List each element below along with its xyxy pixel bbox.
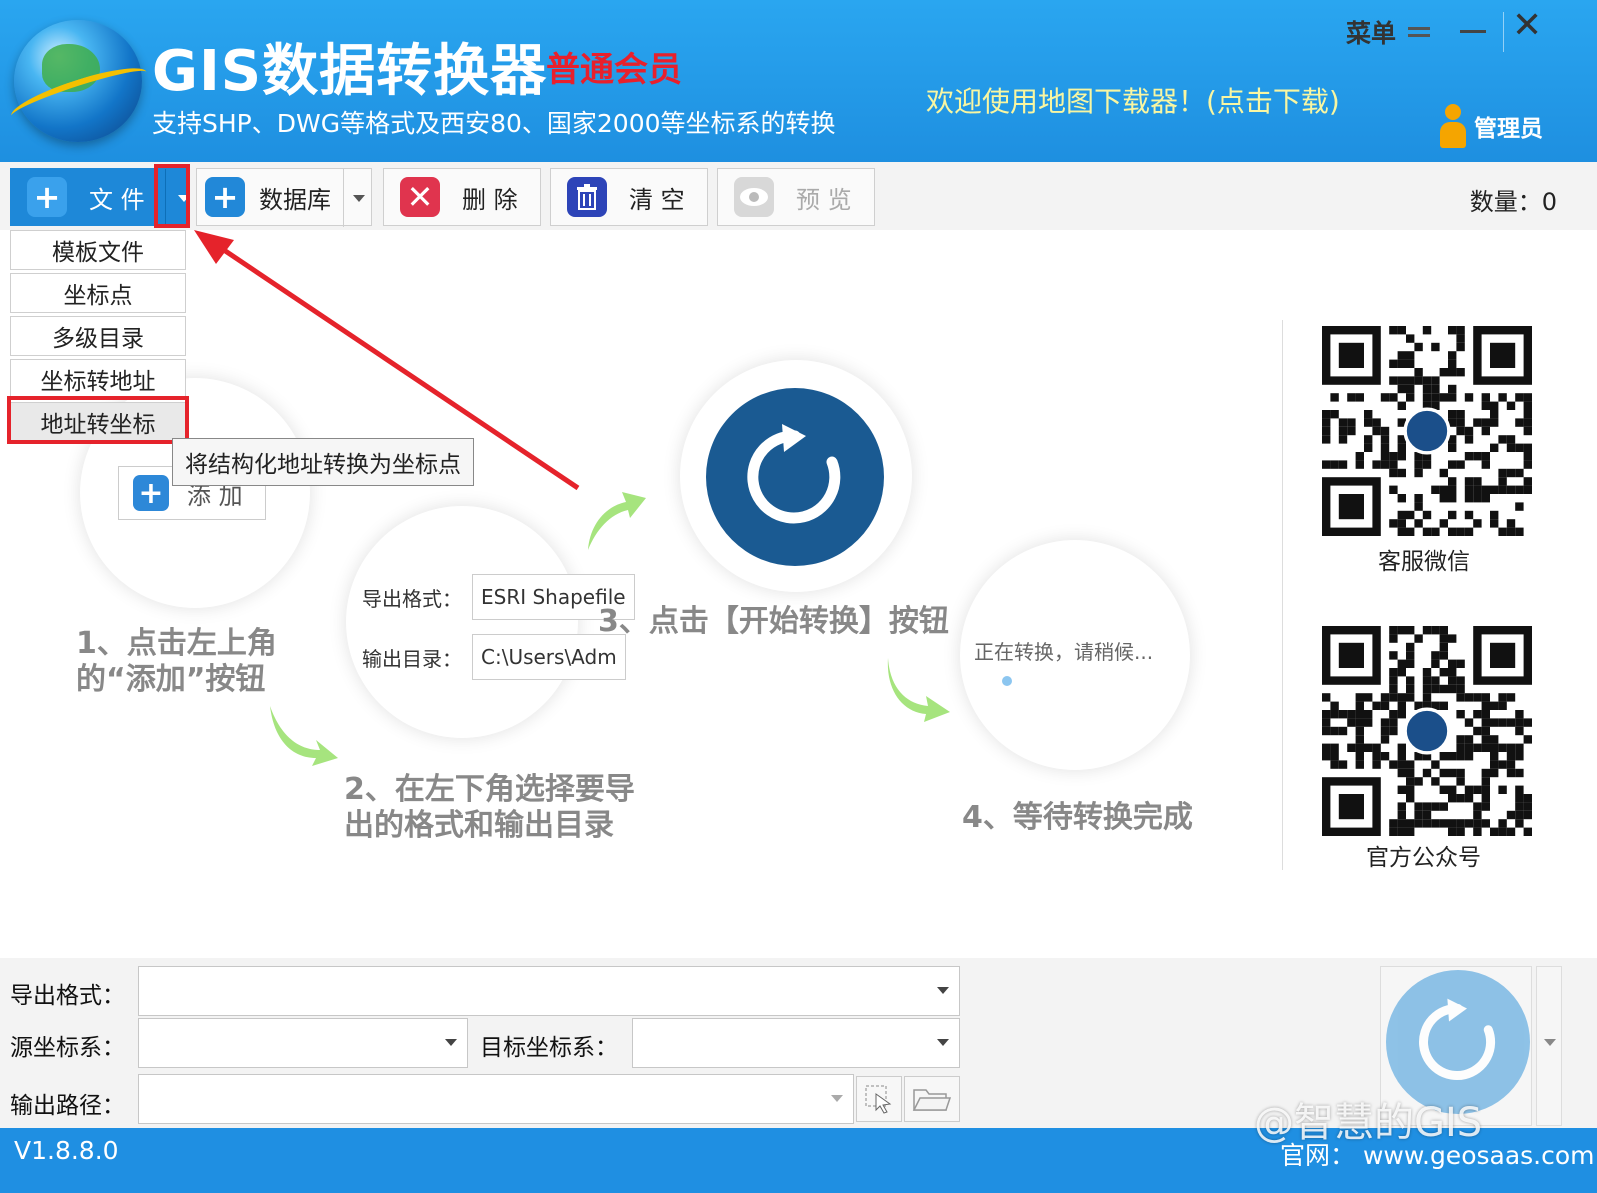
caret-down-icon: [445, 1039, 457, 1046]
trash-icon: [567, 177, 607, 217]
minimize-button[interactable]: [1460, 30, 1486, 33]
output-path-label: 输出路径：: [10, 1093, 125, 1119]
step1-text: 1、点击左上角 的“添加”按钮: [76, 626, 277, 698]
step2-line2: 出的格式和输出目录: [344, 808, 614, 843]
menu-item-coord-to-address[interactable]: 坐标转地址: [10, 359, 186, 399]
file-label: 文 件: [89, 185, 145, 214]
step1-line1: 1、点击左上角: [76, 626, 277, 661]
step2-text: 2、在左下角选择要导 出的格式和输出目录: [344, 772, 635, 844]
title-bar: GIS数据转换器 普通会员 支持SHP、DWG等格式及西安80、国家2000等坐…: [0, 0, 1597, 162]
delete-button[interactable]: ✕ 删 除: [383, 168, 541, 226]
preview-button[interactable]: 预 览: [717, 168, 875, 226]
clear-button[interactable]: 清 空: [550, 168, 708, 226]
app-subtitle: 支持SHP、DWG等格式及西安80、国家2000等坐标系的转换: [152, 109, 836, 138]
watermark: @智慧的GIS: [1254, 1100, 1483, 1146]
converting-text: 正在转换，请稍候...: [974, 640, 1154, 664]
caret-down-icon: [1544, 1039, 1556, 1046]
close-button[interactable]: ✕: [1512, 8, 1542, 44]
caret-down-icon: [937, 987, 949, 994]
highlight-address-to-coord: [7, 396, 189, 444]
folder-icon: [912, 1089, 952, 1111]
caret-down-icon: [352, 194, 365, 202]
green-arrow-icon: [588, 492, 646, 550]
step3-text: 3、点击【开始转换】按钮: [598, 604, 949, 639]
export-format-label: 导出格式：: [10, 983, 125, 1009]
admin-label: 管理员: [1474, 116, 1543, 142]
qr-divider: [1282, 320, 1283, 870]
delete-x-icon: ✕: [400, 177, 440, 217]
menu-item-template-file[interactable]: 模板文件: [10, 230, 186, 270]
step2-format-label: 导出格式：: [362, 586, 462, 611]
delete-label: 删 除: [462, 185, 518, 214]
source-crs-select[interactable]: [138, 1018, 468, 1068]
target-crs-label: 目标坐标系：: [480, 1035, 618, 1061]
step4-text: 4、等待转换完成: [962, 800, 1193, 835]
menu-dropdown-icon: [1408, 27, 1431, 37]
eye-icon: [734, 177, 774, 217]
export-format-select[interactable]: [138, 966, 960, 1016]
preview-label: 预 览: [796, 185, 852, 214]
refresh-icon: [1419, 998, 1496, 1080]
wechat-qr-code: [1322, 326, 1532, 536]
map-downloader-link[interactable]: 欢迎使用地图下载器！(点击下载): [926, 80, 1340, 120]
refresh-icon: [747, 424, 841, 524]
database-button[interactable]: + 数据库: [196, 168, 373, 227]
browse-folder-button[interactable]: [904, 1076, 960, 1122]
clear-label: 清 空: [629, 185, 685, 214]
progress-dot: [1002, 676, 1012, 686]
menu-label: 菜单: [1346, 19, 1397, 48]
caret-down-icon: [831, 1095, 843, 1102]
step2-line1: 2、在左下角选择要导: [344, 772, 635, 807]
panel-scroll-toggle[interactable]: [1536, 966, 1562, 1126]
green-arrow-icon: [270, 706, 338, 766]
globe-logo-icon: [14, 20, 142, 142]
member-badge: 普通会员: [546, 50, 682, 90]
plus-icon: +: [205, 177, 245, 217]
step2-circle: [346, 506, 578, 738]
admin-button[interactable]: 管理员: [1440, 104, 1543, 148]
pick-path-button[interactable]: [856, 1076, 902, 1122]
plus-icon: +: [133, 475, 169, 511]
step2-dir-row: 输出目录： C:\Users\Adm: [362, 634, 626, 680]
select-cursor-icon: [865, 1085, 892, 1114]
step1-line2: 的“添加”按钮: [76, 662, 266, 697]
app-title: GIS数据转换器: [152, 39, 548, 104]
caret-down-icon: [937, 1039, 949, 1046]
official-qr-label: 官方公众号: [1366, 845, 1481, 871]
step2-format-row: 导出格式： ESRI Shapefile: [362, 574, 635, 620]
app-window: GIS数据转换器 普通会员 支持SHP、DWG等格式及西安80、国家2000等坐…: [0, 0, 1597, 1193]
target-crs-select[interactable]: [632, 1018, 960, 1068]
database-label: 数据库: [259, 185, 331, 214]
plus-icon: +: [27, 177, 67, 217]
step2-dir-label: 输出目录：: [362, 646, 462, 671]
menu-item-multilevel-dir[interactable]: 多级目录: [10, 316, 186, 356]
item-count: 数量：0: [1469, 188, 1557, 216]
toolbar: + 文 件 + 数据库 ✕ 删 除 清 空 预 览 数量：0: [0, 162, 1597, 230]
highlight-dropdown-toggle: [154, 164, 190, 228]
user-icon: [1440, 104, 1466, 148]
start-convert-illustration: [706, 388, 884, 566]
titlebar-divider: [1503, 12, 1504, 52]
menu-tooltip: 将结构化地址转换为坐标点: [172, 438, 474, 486]
source-crs-label: 源坐标系：: [10, 1035, 125, 1061]
wechat-qr-label: 客服微信: [1378, 549, 1470, 575]
menu-button[interactable]: 菜单: [1346, 14, 1431, 50]
step2-dir-value: C:\Users\Adm: [472, 634, 626, 680]
output-path-select[interactable]: [138, 1074, 854, 1124]
green-arrow-icon: [887, 658, 950, 722]
version-label: V1.8.8.0: [14, 1136, 119, 1165]
database-dropdown-toggle[interactable]: [343, 169, 373, 227]
menu-item-coordinate-points[interactable]: 坐标点: [10, 273, 186, 313]
official-account-qr-code: [1322, 626, 1532, 836]
